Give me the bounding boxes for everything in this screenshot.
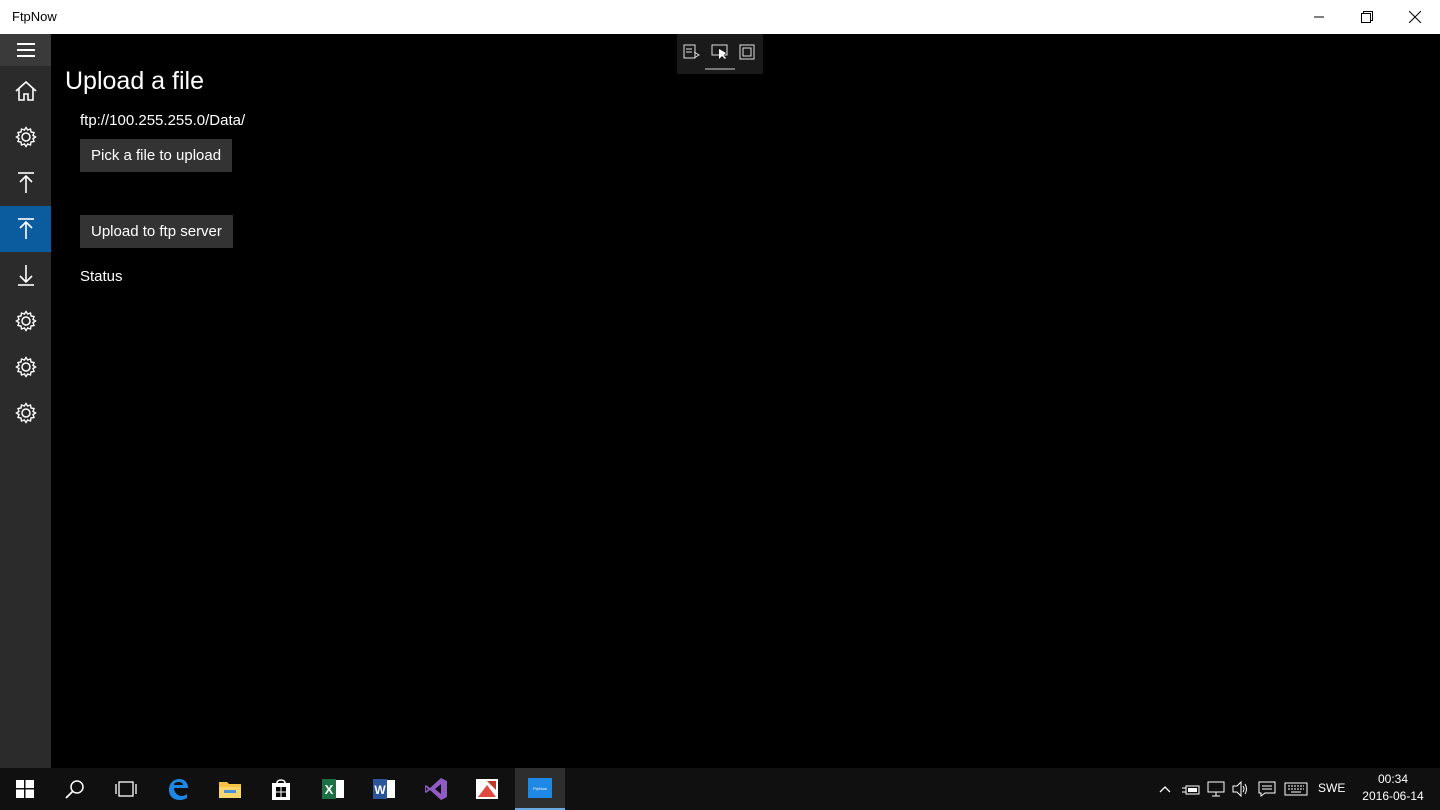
frame-icon (739, 44, 755, 60)
svg-text:W: W (374, 783, 386, 797)
nav-download[interactable] (0, 252, 51, 298)
edge-icon (169, 779, 188, 800)
nav-settings-2[interactable] (0, 298, 51, 344)
upload-icon (17, 218, 34, 239)
store-button[interactable] (256, 768, 306, 810)
clock[interactable]: 00:34 2016-06-14 (1358, 771, 1428, 805)
action-center-button[interactable] (1256, 768, 1278, 810)
gear-icon (14, 402, 37, 424)
nav-upload-active[interactable] (0, 206, 51, 252)
cursor-select-icon (711, 44, 728, 59)
notification-icon (1258, 781, 1276, 797)
gear-icon (14, 310, 37, 332)
volume-tray-button[interactable] (1230, 768, 1252, 810)
nav-settings-4[interactable] (0, 390, 51, 436)
svg-text:X: X (325, 782, 334, 797)
search-icon (65, 780, 84, 799)
debug-toolbar (677, 34, 763, 74)
layout-adorner-button[interactable] (736, 42, 758, 62)
search-button[interactable] (50, 768, 100, 810)
battery-plug-icon (1182, 785, 1200, 795)
gear-icon (14, 126, 37, 148)
menu-icon (16, 43, 35, 57)
nav-upload-1[interactable] (0, 160, 51, 206)
battery-tray-button[interactable] (1180, 768, 1202, 810)
file-explorer-button[interactable] (205, 768, 255, 810)
main-content: Upload a file ftp://100.255.255.0/Data/ … (51, 34, 1440, 768)
keyboard-icon (1284, 782, 1308, 796)
hamburger-menu-button[interactable] (0, 34, 51, 66)
paint-icon (476, 779, 498, 799)
window-title: FtpNow (12, 9, 57, 24)
windows-logo-icon (16, 780, 34, 798)
ftpnow-app-icon: FtpNow (528, 778, 552, 798)
live-tree-button[interactable] (681, 42, 703, 62)
select-element-button[interactable] (709, 42, 731, 62)
show-hidden-icons-button[interactable] (1154, 768, 1176, 810)
excel-button[interactable]: X (308, 768, 358, 810)
network-icon (1207, 781, 1225, 797)
edge-taskbar-button[interactable] (153, 768, 203, 810)
start-button[interactable] (0, 768, 50, 810)
nav-sidebar (0, 34, 51, 768)
pick-file-button[interactable]: Pick a file to upload (80, 139, 233, 172)
upload-button[interactable]: Upload to ftp server (80, 215, 233, 248)
page-title: Upload a file (65, 67, 204, 95)
status-label: Status (80, 268, 123, 285)
clock-time: 00:34 (1377, 772, 1409, 786)
nav-home[interactable] (0, 68, 51, 114)
ftp-path: ftp://100.255.255.0/Data/ (80, 112, 246, 129)
paint-app-button[interactable] (462, 768, 512, 810)
word-button[interactable]: W (359, 768, 409, 810)
upload-icon (17, 172, 34, 193)
tree-select-icon (683, 44, 700, 59)
toolbar-handle[interactable] (705, 68, 735, 70)
download-icon (17, 265, 34, 286)
volume-icon (1232, 781, 1247, 797)
network-tray-button[interactable] (1205, 768, 1227, 810)
close-button[interactable] (1392, 0, 1438, 34)
task-view-icon (115, 781, 137, 797)
visual-studio-icon (425, 778, 447, 800)
title-bar: FtpNow (0, 0, 1440, 34)
nav-settings-3[interactable] (0, 344, 51, 390)
folder-icon (219, 782, 241, 798)
clock-date: 2016-06-14 (1362, 789, 1424, 803)
gear-icon (14, 356, 37, 378)
excel-icon: X (322, 779, 344, 799)
ftpnow-taskbar-button[interactable]: FtpNow (515, 768, 565, 810)
store-icon (272, 779, 290, 800)
home-icon (14, 81, 37, 101)
taskbar: X W FtpNow SWE 00:34 2016-06-14 (0, 768, 1440, 810)
task-view-button[interactable] (101, 768, 151, 810)
chevron-up-icon (1159, 786, 1171, 793)
input-language-indicator[interactable]: SWE (1318, 781, 1345, 795)
touch-keyboard-button[interactable] (1283, 768, 1309, 810)
ftpnow-app-icon-label: FtpNow (533, 785, 547, 791)
restore-button[interactable] (1344, 0, 1390, 34)
nav-settings-1[interactable] (0, 114, 51, 160)
word-icon: W (373, 779, 395, 799)
visual-studio-button[interactable] (411, 768, 461, 810)
minimize-button[interactable] (1296, 0, 1342, 34)
